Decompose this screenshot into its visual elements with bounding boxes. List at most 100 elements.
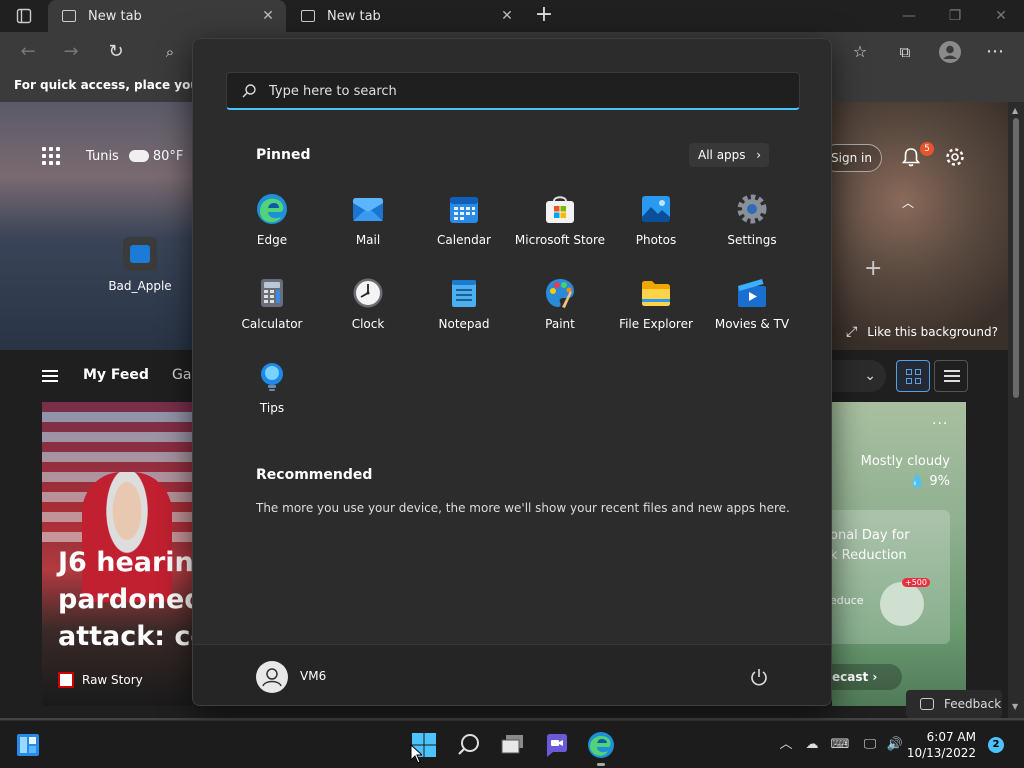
- quick-link-bad-apple[interactable]: Bad_Apple: [105, 237, 175, 293]
- headline-line-1: J6 hearing: [58, 547, 192, 578]
- pinned-app-paint[interactable]: Paint: [512, 271, 608, 343]
- pinned-app-notepad[interactable]: Notepad: [416, 271, 512, 343]
- widgets-button[interactable]: [12, 729, 44, 761]
- scroll-down-arrow-icon[interactable]: ▼: [1012, 702, 1018, 711]
- tab-close-icon[interactable]: ✕: [260, 8, 276, 24]
- settings-menu-button[interactable]: ⋯: [982, 39, 1008, 65]
- show-hidden-icons-button[interactable]: ︿: [776, 735, 796, 755]
- new-tab-button[interactable]: +: [532, 4, 556, 28]
- notepad-icon: [452, 280, 476, 307]
- profile-button[interactable]: [937, 39, 963, 65]
- promo-title: onal Day for k Reduction: [830, 526, 910, 566]
- pinned-app-settings[interactable]: Settings: [704, 187, 800, 259]
- start-search-input[interactable]: [269, 73, 789, 109]
- notification-center-badge[interactable]: 2: [988, 737, 1004, 753]
- back-button[interactable]: ←: [15, 39, 41, 65]
- raw-story-logo-icon: [58, 672, 74, 688]
- feed-menu-hamburger-icon[interactable]: [42, 370, 58, 382]
- pinned-app-calculator[interactable]: Calculator: [224, 271, 320, 343]
- list-view-button[interactable]: [934, 360, 968, 392]
- address-search-icon[interactable]: ⌕: [157, 39, 183, 65]
- restore-button[interactable]: ❐: [940, 6, 970, 26]
- network-icon[interactable]: 🖵: [860, 735, 880, 755]
- weather-temperature: 80°F: [152, 148, 184, 164]
- promo-panel[interactable]: onal Day for k Reduction educe +500: [830, 510, 950, 644]
- tab-title: New tab: [88, 8, 142, 24]
- user-name[interactable]: VM6: [300, 669, 326, 683]
- tab-favicon-icon: [62, 10, 76, 22]
- feedback-button[interactable]: Feedback: [906, 690, 1002, 718]
- pinned-app-calendar[interactable]: Calendar: [416, 187, 512, 259]
- start-menu: Pinned All apps › Edge Mail Calendar: [192, 38, 832, 706]
- notifications-bell-icon[interactable]: [900, 146, 922, 168]
- power-icon[interactable]: [749, 667, 769, 687]
- taskbar-edge-button[interactable]: [585, 729, 617, 766]
- all-apps-button[interactable]: All apps ›: [689, 143, 769, 167]
- teams-chat-button[interactable]: [541, 729, 573, 761]
- app-launcher-icon[interactable]: [42, 147, 60, 165]
- app-label: Tips: [259, 401, 285, 415]
- app-label: Paint: [545, 317, 575, 331]
- folder-icon: [642, 281, 670, 306]
- recommended-empty-text: The more you use your device, the more w…: [256, 501, 790, 515]
- news-headline: J6 hearing pardoned attack: con: [58, 544, 192, 655]
- expand-icon: ⤢: [846, 324, 858, 340]
- weather-card[interactable]: ··· Mostly cloudy 💧 9% onal Day for k Re…: [830, 402, 966, 706]
- precipitation: 💧 9%: [861, 472, 950, 492]
- app-label: Movies & TV: [714, 317, 790, 331]
- weather-chip[interactable]: Tunis 80°F: [42, 144, 184, 165]
- pinned-app-file-explorer[interactable]: File Explorer: [608, 271, 704, 343]
- feed-tab-my-feed[interactable]: My Feed: [83, 367, 149, 383]
- promo-points-badge: +500: [902, 578, 930, 587]
- app-label: Microsoft Store: [514, 233, 606, 247]
- like-background-link[interactable]: ⤢ Like this background?: [846, 324, 998, 340]
- favorites-button[interactable]: ☆: [847, 39, 873, 65]
- minimize-button[interactable]: —: [894, 6, 924, 26]
- pinned-app-edge[interactable]: Edge: [224, 187, 320, 259]
- scrollbar-thumb[interactable]: [1013, 118, 1019, 398]
- promo-subtext: educe: [830, 594, 864, 607]
- pinned-app-tips[interactable]: Tips: [224, 355, 320, 427]
- forecast-button[interactable]: ecast ›: [832, 664, 902, 690]
- raindrop-icon: 💧: [909, 474, 926, 489]
- onedrive-cloud-icon[interactable]: ☁: [802, 735, 822, 755]
- grid-view-button[interactable]: [896, 360, 930, 392]
- forecast-label: ecast: [832, 670, 869, 684]
- tab-close-icon[interactable]: ✕: [499, 8, 515, 24]
- start-search-box[interactable]: [226, 72, 800, 110]
- app-label: Settings: [727, 233, 777, 247]
- user-avatar[interactable]: [256, 661, 288, 693]
- volume-icon[interactable]: 🔊: [885, 735, 905, 755]
- taskbar-search-button[interactable]: [453, 729, 485, 761]
- card-more-options-icon[interactable]: ···: [932, 416, 948, 432]
- search-icon: [458, 734, 479, 755]
- promo-line-2: k Reduction: [830, 548, 907, 563]
- pinned-app-movies-tv[interactable]: Movies & TV: [704, 271, 800, 343]
- chevron-right-icon: ›: [872, 670, 878, 684]
- page-settings-gear-icon[interactable]: [944, 146, 966, 168]
- scroll-up-arrow-icon[interactable]: ▲: [1012, 106, 1018, 115]
- pinned-app-microsoft-store[interactable]: Microsoft Store: [512, 187, 608, 259]
- page-scrollbar[interactable]: ▲ ▼: [1008, 102, 1024, 718]
- add-quick-link-plus-icon[interactable]: +: [864, 256, 882, 281]
- pinned-app-clock[interactable]: Clock: [320, 271, 416, 343]
- app-label: File Explorer: [619, 317, 693, 331]
- tab-actions-button[interactable]: [6, 4, 42, 28]
- pinned-app-mail[interactable]: Mail: [320, 187, 416, 259]
- news-card-headline[interactable]: J6 hearing pardoned attack: con Raw Stor…: [42, 402, 192, 706]
- weather-condition: Mostly cloudy 💧 9%: [861, 452, 950, 492]
- tab-new-tab-2[interactable]: New tab ✕: [287, 0, 525, 32]
- keyboard-icon[interactable]: ⌨: [830, 735, 850, 755]
- collapse-chevron-up-icon[interactable]: ︿: [902, 194, 914, 211]
- close-window-button[interactable]: ✕: [986, 6, 1016, 26]
- feedback-label: Feedback: [944, 697, 1002, 711]
- task-view-button[interactable]: [497, 729, 529, 761]
- forward-button[interactable]: →: [58, 39, 84, 65]
- refresh-button[interactable]: ↻: [103, 39, 129, 65]
- pinned-app-photos[interactable]: Photos: [608, 187, 704, 259]
- taskbar-clock[interactable]: 6:07 AM 10/13/2022: [906, 729, 976, 761]
- tab-new-tab-1[interactable]: New tab ✕: [48, 0, 286, 32]
- app-label: Notepad: [438, 317, 490, 331]
- collections-button[interactable]: ⧉: [892, 39, 918, 65]
- edge-icon: [588, 732, 614, 758]
